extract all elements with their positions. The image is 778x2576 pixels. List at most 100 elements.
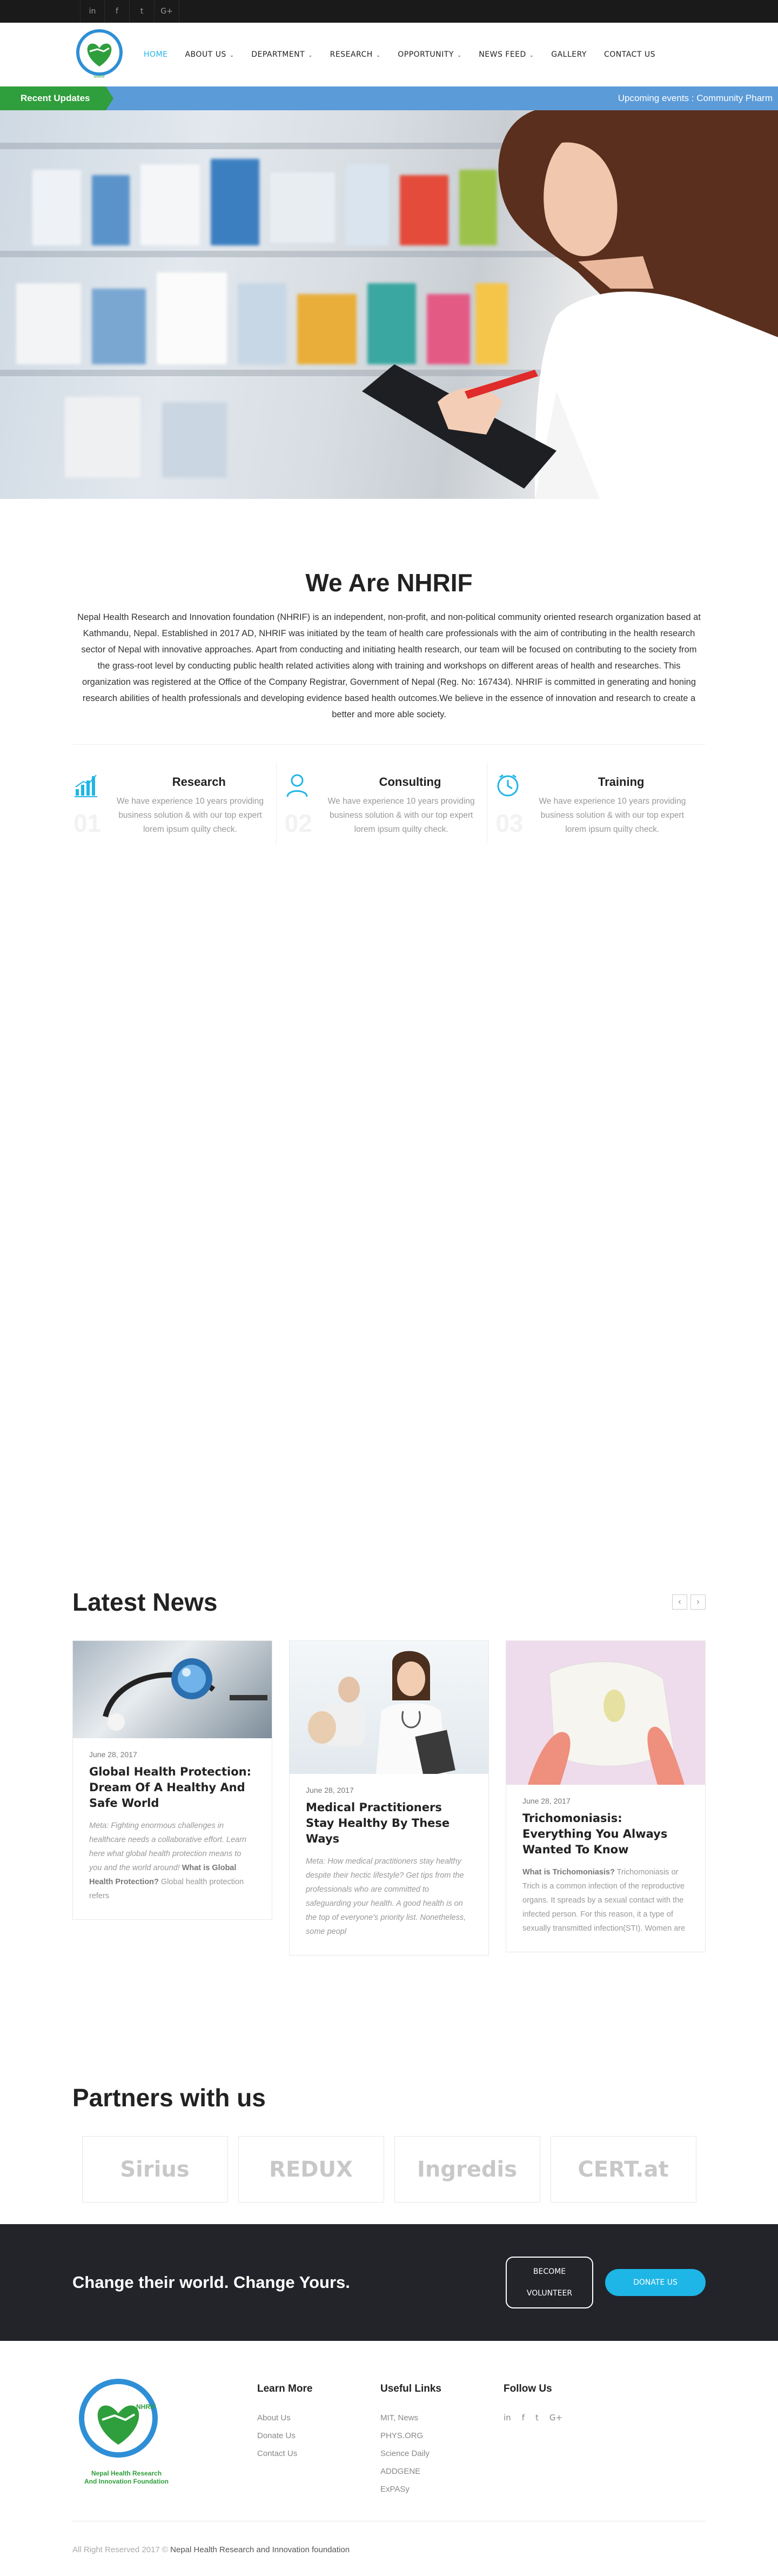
call-to-action-band: Change their world. Change Yours. BECOME… — [0, 2224, 778, 2341]
footer-link[interactable]: Donate Us — [257, 2427, 380, 2445]
news-title[interactable]: Global Health Protection: Dream Of A Hea… — [89, 1764, 256, 1811]
news-title[interactable]: Medical Practitioners Stay Healthy By Th… — [306, 1800, 472, 1847]
become-volunteer-button[interactable]: BECOME VOLUNTEER — [506, 2257, 593, 2308]
chevron-down-icon: ⌄ — [306, 53, 313, 58]
latest-news-title: Latest News — [72, 1588, 218, 1616]
nav-opportunity[interactable]: OPPORTUNITY ⌄ — [389, 50, 470, 59]
donate-button[interactable]: DONATE US — [605, 2269, 706, 2296]
nav-contact-us[interactable]: CONTACT US — [595, 50, 664, 59]
service-title[interactable]: Consulting — [326, 775, 495, 789]
partners-title: Partners with us — [72, 2084, 266, 2112]
clock-icon — [494, 773, 521, 800]
service-text: We have experience 10 years providing bu… — [539, 797, 686, 834]
recent-updates-label: Recent Updates — [0, 86, 113, 110]
news-excerpt: Meta: Fighting enormous challenges in he… — [89, 1819, 256, 1903]
service-research: 01 Research We have experience 10 years pr… — [72, 773, 284, 849]
nav-label: OPPORTUNITY — [398, 50, 454, 59]
service-number: 02 — [284, 809, 312, 837]
footer-logo-mark: NHRIF — [136, 2403, 156, 2411]
hero-image — [0, 110, 778, 499]
chevron-down-icon: ⌄ — [374, 53, 381, 58]
news-excerpt-meta: Meta: How medical practitioners stay hea… — [306, 1857, 466, 1936]
partner-logo-redux[interactable]: REDUX — [238, 2136, 384, 2203]
news-image[interactable] — [506, 1641, 705, 1785]
twitter-icon[interactable]: t — [130, 0, 155, 23]
footer-link[interactable]: ExPASy — [380, 2480, 504, 2498]
volunteer-line-2: VOLUNTEER — [526, 2289, 573, 2298]
footer-link[interactable]: PHYS.ORG — [380, 2427, 504, 2445]
pharmacist-illustration — [362, 110, 778, 499]
about-text: Nepal Health Research and Innovation fou… — [77, 612, 701, 719]
learn-more-title: Learn More — [257, 2383, 313, 2394]
ticker-text[interactable]: Upcoming events : Community Pharm — [618, 86, 773, 110]
divider — [276, 763, 277, 844]
copyright-org[interactable]: Nepal Health Research and Innovation fou… — [170, 2545, 350, 2554]
news-title[interactable]: Trichomoniasis: Everything You Always Wa… — [522, 1811, 689, 1858]
top-social-bar: in f t G+ — [0, 0, 778, 23]
service-title[interactable]: Research — [115, 775, 284, 789]
service-title[interactable]: Training — [536, 775, 706, 789]
footer-link[interactable]: About Us — [257, 2409, 380, 2427]
linkedin-icon[interactable]: in — [80, 0, 105, 23]
service-training: 03 Training We have experience 10 years pr… — [487, 763, 706, 849]
news-date: June 28, 2017 — [522, 1797, 571, 1805]
partner-logo-certat[interactable]: CERT.at — [550, 2136, 696, 2203]
services-row: 01 Research We have experience 10 years pr… — [72, 744, 706, 1393]
footer-logo-line2: And Innovation Foundation — [84, 2478, 169, 2485]
nav-about-us[interactable]: ABOUT US ⌄ — [176, 50, 243, 59]
logo-caption: NHRIF — [93, 75, 105, 79]
about-title: We Are NHRIF — [305, 569, 473, 597]
nav-label: NEWS FEED — [479, 50, 526, 59]
news-excerpt: What is Trichomoniasis? Trichomoniasis o… — [522, 1865, 689, 1936]
partner-logo-ingredis[interactable]: Ingredis — [394, 2136, 540, 2203]
site-logo[interactable]: NHRIF — [72, 28, 126, 82]
nav-news-feed[interactable]: NEWS FEED ⌄ — [470, 50, 542, 59]
linkedin-icon[interactable]: in — [504, 2409, 511, 2427]
footer-link[interactable]: Science Daily — [380, 2445, 504, 2462]
nav-home[interactable]: HOME — [135, 50, 176, 59]
twitter-icon[interactable]: t — [535, 2409, 539, 2427]
nav-label: RESEARCH — [330, 50, 373, 59]
service-number: 03 — [495, 809, 524, 837]
copyright-text: All Right Reserved 2017 © — [72, 2545, 171, 2554]
news-card[interactable]: June 28, 2017 Medical Practitioners Stay … — [289, 1640, 489, 1956]
news-image[interactable] — [73, 1641, 272, 1738]
nav-label: HOME — [144, 50, 168, 59]
news-image[interactable] — [290, 1641, 488, 1774]
useful-links-title: Useful Links — [380, 2383, 441, 2394]
nav-label: CONTACT US — [603, 50, 655, 59]
facebook-icon[interactable]: f — [522, 2409, 525, 2427]
footer-link[interactable]: Contact Us — [257, 2445, 380, 2462]
partner-logo-sirius[interactable]: Sirius — [82, 2136, 228, 2203]
service-number: 01 — [73, 809, 102, 837]
footer-logo[interactable]: NHRIF Nepal Health Research And Innovati… — [72, 2378, 197, 2486]
volunteer-line-1: BECOME — [533, 2267, 566, 2276]
facebook-icon[interactable]: f — [105, 0, 130, 23]
news-excerpt: Meta: How medical practitioners stay hea… — [306, 1854, 472, 1939]
service-text: We have experience 10 years providing bu… — [327, 797, 475, 834]
user-icon — [284, 773, 311, 800]
nav-department[interactable]: DEPARTMENT ⌄ — [243, 50, 321, 59]
nav-label: GALLERY — [551, 50, 587, 59]
google-plus-icon[interactable]: G+ — [155, 0, 179, 23]
recent-updates-ticker: Recent Updates Upcoming events : Communi… — [0, 86, 778, 110]
chevron-down-icon: ⌄ — [227, 53, 234, 58]
footer-link[interactable]: ADDGENE — [380, 2462, 504, 2480]
learn-more-column: Learn More About Us Donate Us Contact Us — [257, 2378, 380, 2498]
news-card[interactable]: June 28, 2017 Trichomoniasis: Everything … — [506, 1640, 706, 1952]
service-consulting: 02 Consulting We have experience 10 years … — [276, 763, 495, 849]
google-plus-icon[interactable]: G+ — [549, 2409, 562, 2427]
news-excerpt-heading: What is Trichomoniasis? — [522, 1868, 615, 1877]
footer-link[interactable]: MIT, News — [380, 2409, 504, 2427]
footer-logo-line1: Nepal Health Research — [91, 2470, 162, 2477]
news-card[interactable]: June 28, 2017 Global Health Protection: D… — [72, 1640, 272, 1920]
news-next-button[interactable]: › — [690, 1594, 706, 1610]
nav-research[interactable]: RESEARCH ⌄ — [321, 50, 390, 59]
service-text: We have experience 10 years providing bu… — [117, 797, 264, 834]
chevron-down-icon: ⌄ — [527, 53, 534, 58]
news-prev-button[interactable]: ‹ — [672, 1594, 687, 1610]
follow-us-title: Follow Us — [504, 2383, 552, 2394]
latest-news-section: Latest News ‹ › June 28, 2017 Global Heal… — [72, 1393, 706, 1956]
news-date: June 28, 2017 — [89, 1750, 137, 1759]
nav-gallery[interactable]: GALLERY — [542, 50, 595, 59]
